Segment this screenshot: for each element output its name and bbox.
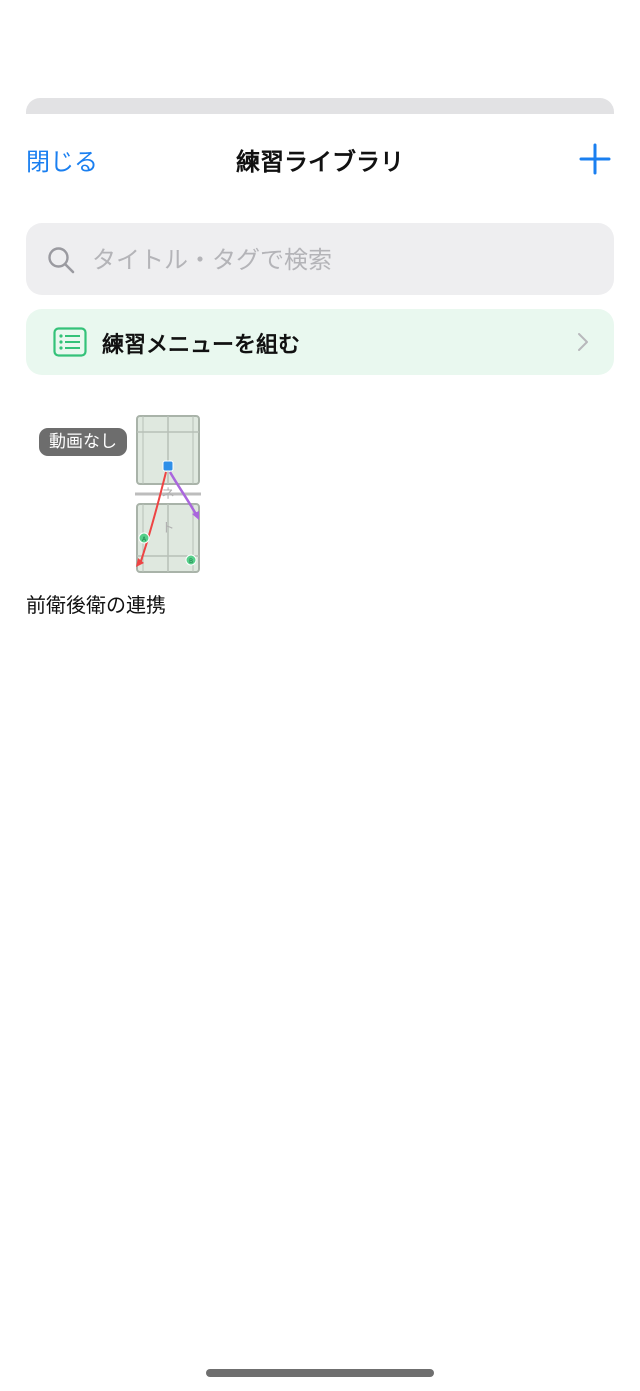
library-sheet: 閉じる 練習ライブラリ 練習メニューを組む — [0, 114, 640, 1391]
no-video-badge: 動画なし — [39, 428, 127, 456]
navigation-bar: 閉じる 練習ライブラリ — [0, 114, 640, 206]
net-label-3: ト — [161, 521, 174, 536]
list-icon — [53, 327, 87, 357]
plus-icon[interactable] — [578, 142, 612, 176]
net-label-1: ネ — [161, 487, 174, 502]
search-input[interactable] — [90, 237, 594, 283]
player-b-label: B — [189, 558, 193, 565]
home-indicator[interactable] — [206, 1369, 434, 1377]
page-title: 練習ライブラリ — [236, 148, 404, 176]
search-bar[interactable] — [26, 223, 614, 295]
build-menu-row[interactable]: 練習メニューを組む — [26, 309, 614, 375]
chevron-right-icon — [578, 333, 588, 351]
drill-card[interactable]: ネ ッ ト A B 動画なし 前衛後衛の連携 — [26, 414, 202, 619]
drill-title: 前衛後衛の連携 — [26, 593, 166, 617]
search-icon — [48, 247, 75, 274]
build-menu-label: 練習メニューを組む — [102, 333, 301, 358]
